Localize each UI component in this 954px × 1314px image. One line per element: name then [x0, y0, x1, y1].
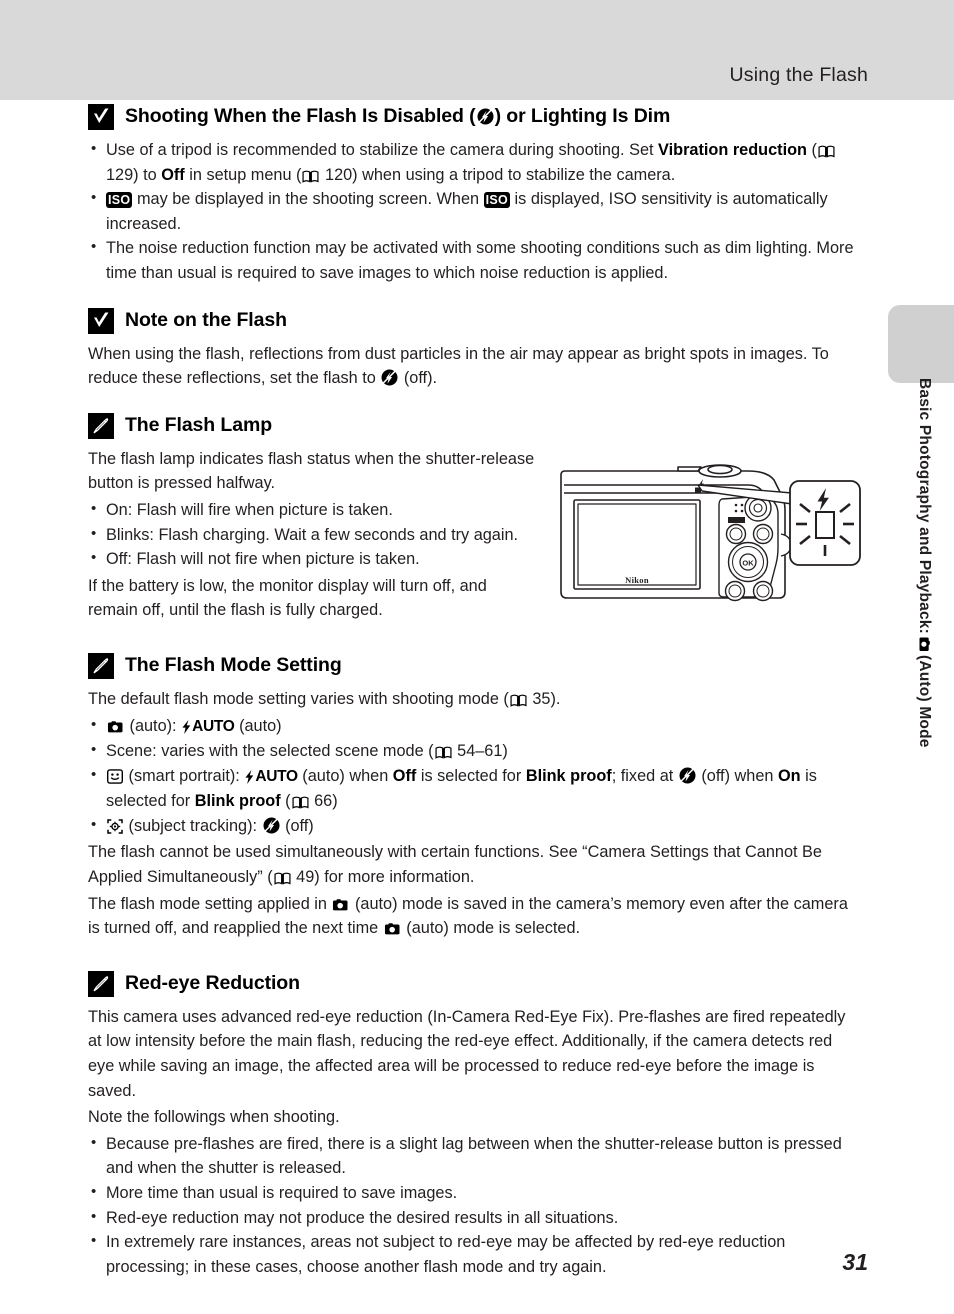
camera-auto-icon	[332, 898, 349, 912]
iso-indicator-icon: ISO	[483, 192, 511, 209]
flash-auto-icon: AUTO	[181, 718, 235, 735]
section-title: Note on the Flash	[125, 308, 287, 331]
camera-auto-icon	[107, 720, 124, 734]
section-heading-flash-lamp: The Flash Lamp	[88, 412, 860, 439]
iso-indicator-icon: ISO	[106, 192, 133, 209]
smart-portrait-icon	[107, 768, 123, 784]
list-item: Blinks: Flash charging. Wait a few secon…	[88, 522, 540, 548]
list-item: The noise reduction function may be acti…	[88, 235, 860, 285]
camera-auto-icon	[918, 637, 931, 652]
chapter-tab-label: Basic Photography and Playback: (Auto) M…	[894, 378, 954, 938]
section-title: Shooting When the Flash Is Disabled () o…	[125, 105, 671, 128]
section-title: The Flash Mode Setting	[125, 654, 342, 677]
list-item: Off: Flash will not fire when picture is…	[88, 546, 540, 572]
pencil-icon	[88, 970, 114, 997]
chapter-tab	[888, 305, 954, 383]
bullet-list-flash-lamp: On: Flash will fire when picture is take…	[88, 497, 540, 572]
chapter-label-mode: (Auto) Mode	[916, 655, 933, 748]
camera-auto-icon	[384, 922, 401, 936]
flash-off-icon	[679, 767, 696, 784]
book-icon	[435, 746, 452, 759]
page-number: 31	[842, 1249, 868, 1275]
check-mark-icon	[88, 104, 114, 130]
paragraph-note-on-flash: When using the flash, reflections from d…	[88, 344, 829, 388]
flash-off-icon	[477, 108, 494, 125]
bullet-list-flash-disabled: Use of a tripod is recommended to stabil…	[88, 137, 860, 286]
book-icon	[818, 145, 835, 158]
section-heading-red-eye-reduction: Red-eye Reduction	[88, 970, 860, 997]
page-content: Shooting When the Flash Is Disabled () o…	[88, 104, 860, 1281]
section-heading-note-on-flash: Note on the Flash	[88, 307, 860, 334]
list-item: On: Flash will fire when picture is take…	[88, 497, 540, 523]
check-mark-icon	[88, 307, 114, 334]
book-icon	[510, 694, 527, 707]
paragraph-red-eye-2: Note the followings when shooting.	[88, 1108, 340, 1127]
list-item: (auto): AUTO (auto)	[88, 713, 860, 740]
bullet-list-red-eye: Because pre-flashes are fired, there is …	[88, 1131, 860, 1280]
paragraph-flash-mode-intro: The default flash mode setting varies wi…	[88, 689, 561, 708]
section-heading-flash-mode-setting: The Flash Mode Setting	[88, 652, 860, 679]
paragraph-red-eye-1: This camera uses advanced red-eye reduct…	[88, 1007, 846, 1100]
flash-off-icon	[381, 369, 398, 386]
section-title: The Flash Lamp	[125, 414, 273, 437]
pencil-icon	[88, 652, 114, 679]
page-header-title: Using the Flash	[729, 64, 868, 86]
flash-off-icon	[263, 817, 280, 834]
book-icon	[292, 796, 309, 809]
list-item: Use of a tripod is recommended to stabil…	[88, 137, 860, 187]
list-item: Scene: varies with the selected scene mo…	[88, 738, 860, 764]
list-item: In extremely rare instances, areas not s…	[88, 1229, 860, 1279]
section-title: Red-eye Reduction	[125, 972, 300, 995]
camera-illustration: OK Nikon	[552, 452, 872, 627]
section-heading-flash-disabled: Shooting When the Flash Is Disabled () o…	[88, 104, 860, 130]
list-item: Because pre-flashes are fired, there is …	[88, 1131, 860, 1181]
flash-auto-icon: AUTO	[244, 768, 298, 785]
paragraph-flash-lamp-outro: If the battery is low, the monitor displ…	[88, 576, 487, 620]
list-item: (smart portrait): AUTO (auto) when Off i…	[88, 763, 860, 814]
paragraph-flash-mode-closing-2: The flash mode setting applied in (auto)…	[88, 894, 848, 938]
subject-tracking-icon	[107, 819, 123, 834]
book-icon	[274, 872, 291, 885]
chapter-label-text: Basic Photography and Playback:	[916, 378, 933, 634]
list-item: (subject tracking): (off)	[88, 813, 860, 839]
flash-lamp-blinking-icon	[789, 480, 861, 566]
pencil-icon	[88, 412, 114, 439]
book-icon	[302, 170, 320, 183]
list-item: Red-eye reduction may not produce the de…	[88, 1205, 860, 1231]
paragraph-flash-lamp-intro: The flash lamp indicates flash status wh…	[88, 449, 535, 493]
list-item: ISO may be displayed in the shooting scr…	[88, 186, 860, 236]
svg-text:OK: OK	[742, 559, 754, 568]
svg-text:Nikon: Nikon	[625, 575, 649, 585]
list-item: More time than usual is required to save…	[88, 1180, 860, 1206]
bullet-list-flash-modes: (auto): AUTO (auto) Scene: varies with t…	[88, 713, 860, 839]
paragraph-flash-mode-closing-1: The flash cannot be used simultaneously …	[88, 843, 822, 887]
